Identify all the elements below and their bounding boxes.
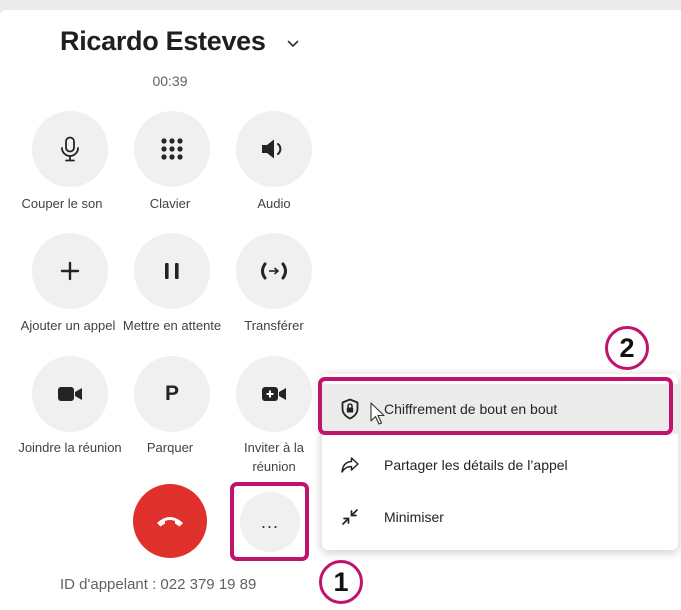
pause-icon xyxy=(165,263,179,279)
mouse-cursor-icon xyxy=(370,402,385,425)
annotation-badge-2: 2 xyxy=(605,326,649,370)
share-arrow-icon xyxy=(340,455,360,475)
transfer-icon xyxy=(261,262,287,280)
menu-item-label: Minimiser xyxy=(384,509,444,525)
minimize-icon xyxy=(340,507,360,527)
park-label: Parquer xyxy=(146,440,194,455)
invite-meeting-button[interactable] xyxy=(236,356,312,432)
invite-meeting-label: Inviter à la réunion xyxy=(244,440,304,474)
transfer-button[interactable] xyxy=(236,233,312,309)
audio-button[interactable] xyxy=(236,111,312,187)
join-meeting-button[interactable] xyxy=(32,356,108,432)
annotation-badge-1: 1 xyxy=(319,560,363,604)
dialpad-icon xyxy=(161,138,183,160)
hangup-button[interactable] xyxy=(133,484,207,558)
transfer-label: Transférer xyxy=(244,318,304,333)
video-icon xyxy=(58,387,82,401)
mute-label: Couper le son xyxy=(21,196,103,211)
dialpad-label: Clavier xyxy=(149,196,191,211)
join-meeting-label: Joindre la réunion xyxy=(18,440,122,455)
plus-icon xyxy=(60,261,80,281)
caller-name[interactable]: Ricardo Esteves xyxy=(60,26,266,57)
add-call-button[interactable] xyxy=(32,233,108,309)
dialpad-button[interactable] xyxy=(134,111,210,187)
add-call-label: Ajouter un appel xyxy=(20,318,116,333)
chevron-down-icon[interactable] xyxy=(287,40,299,48)
hold-label: Mettre en attente xyxy=(122,318,222,333)
speaker-icon xyxy=(262,139,282,159)
phone-hangup-icon xyxy=(157,517,183,527)
caller-id: ID d'appelant : 022 379 19 89 xyxy=(60,576,257,593)
highlight-box-more-options xyxy=(230,482,309,561)
park-button[interactable]: P xyxy=(134,356,210,432)
park-icon: P xyxy=(164,382,179,405)
audio-label: Audio xyxy=(257,196,291,211)
mute-button[interactable] xyxy=(32,111,108,187)
menu-item-label: Partager les détails de l’appel xyxy=(384,457,568,473)
microphone-icon xyxy=(61,136,79,162)
call-timer: 00:39 xyxy=(152,73,188,89)
hold-button[interactable] xyxy=(134,233,210,309)
menu-item-share-call-details[interactable]: Partager les détails de l’appel xyxy=(322,440,678,490)
video-add-icon xyxy=(262,387,286,401)
menu-item-minimize[interactable]: Minimiser xyxy=(322,492,678,542)
